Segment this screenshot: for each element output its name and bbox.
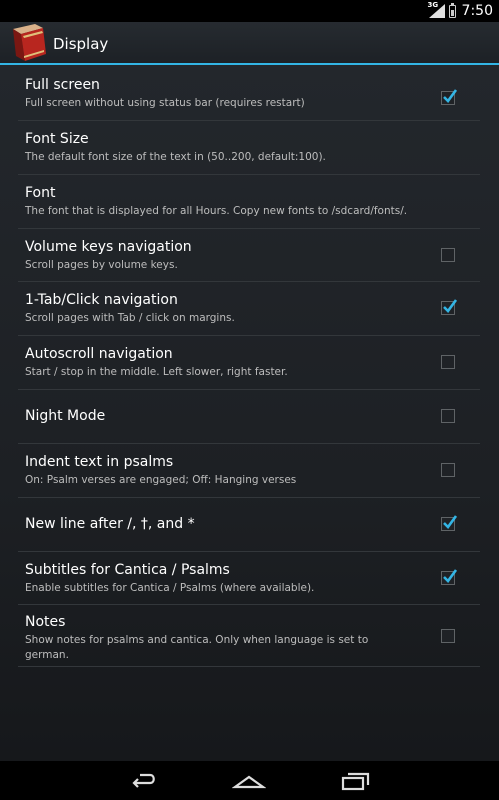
pref-font-size[interactable]: Font Size The default font size of the t… [18, 121, 480, 175]
book-icon[interactable] [9, 23, 47, 63]
pref-title: Full screen [25, 77, 100, 93]
pref-title: 1-Tab/Click navigation [25, 292, 178, 308]
pref-summary: Enable subtitles for Cantica / Psalms (w… [25, 582, 315, 594]
pref-volume-keys-navigation[interactable]: Volume keys navigation Scroll pages by v… [18, 229, 480, 282]
pref-title: Night Mode [25, 408, 106, 424]
pref-checkbox[interactable] [441, 409, 455, 423]
back-icon[interactable] [126, 770, 160, 792]
pref-summary: The default font size of the text in (50… [25, 151, 326, 163]
pref-title: Notes [25, 614, 66, 630]
navigation-bar [0, 761, 499, 800]
recent-apps-icon[interactable] [339, 770, 373, 792]
screen-title: Display [53, 35, 109, 53]
pref-title: Font [25, 185, 56, 201]
pref-title: Autoscroll navigation [25, 346, 173, 362]
pref-indent-text-in-psalms[interactable]: Indent text in psalms On: Psalm verses a… [18, 444, 480, 498]
pref-summary: On: Psalm verses are engaged; Off: Hangi… [25, 474, 297, 486]
pref-font[interactable]: Font The font that is displayed for all … [18, 175, 480, 229]
pref-checkbox[interactable] [441, 629, 455, 643]
pref-checkbox[interactable] [441, 515, 458, 531]
pref-title: Font Size [25, 131, 89, 147]
network-type: 3G [427, 1, 439, 9]
pref-checkbox[interactable] [441, 299, 458, 315]
pref-checkbox[interactable] [441, 569, 458, 585]
pref-full-screen[interactable]: Full screen Full screen without using st… [18, 71, 480, 121]
pref-title: New line after /, †, and * [25, 516, 195, 532]
pref-summary: Show notes for psalms and cantica. Only … [25, 634, 369, 661]
pref-summary: Full screen without using status bar (re… [25, 97, 305, 109]
pref-autoscroll-navigation[interactable]: Autoscroll navigation Start / stop in th… [18, 336, 480, 390]
clock: 7:50 [461, 3, 493, 19]
pref-summary: Scroll pages with Tab / click on margins… [25, 312, 235, 324]
status-bar: 3G 7:50 [0, 0, 499, 22]
pref-title: Indent text in psalms [25, 454, 174, 470]
signal-icon: 3G [427, 1, 445, 18]
pref-checkbox[interactable] [441, 89, 458, 105]
battery-icon [448, 2, 456, 18]
pref-new-line-after[interactable]: New line after /, †, and * [18, 498, 480, 552]
action-bar: Display [0, 22, 499, 65]
pref-subtitles[interactable]: Subtitles for Cantica / Psalms Enable su… [18, 552, 480, 605]
pref-summary: Start / stop in the middle. Left slower,… [25, 366, 288, 378]
pref-title: Volume keys navigation [25, 239, 192, 255]
pref-checkbox[interactable] [441, 248, 455, 262]
status-icons: 3G 7:50 [427, 1, 493, 20]
pref-summary: Scroll pages by volume keys. [25, 259, 178, 271]
pref-checkbox[interactable] [441, 355, 455, 369]
pref-checkbox[interactable] [441, 463, 455, 477]
home-icon[interactable] [232, 770, 266, 792]
pref-notes[interactable]: Notes Show notes for psalms and cantica.… [18, 605, 480, 667]
pref-title: Subtitles for Cantica / Psalms [25, 562, 230, 578]
preferences-list: Full screen Full screen without using st… [0, 65, 499, 761]
pref-summary: The font that is displayed for all Hours… [25, 205, 408, 217]
pref-tab-click-navigation[interactable]: 1-Tab/Click navigation Scroll pages with… [18, 282, 480, 336]
pref-night-mode[interactable]: Night Mode [18, 390, 480, 444]
